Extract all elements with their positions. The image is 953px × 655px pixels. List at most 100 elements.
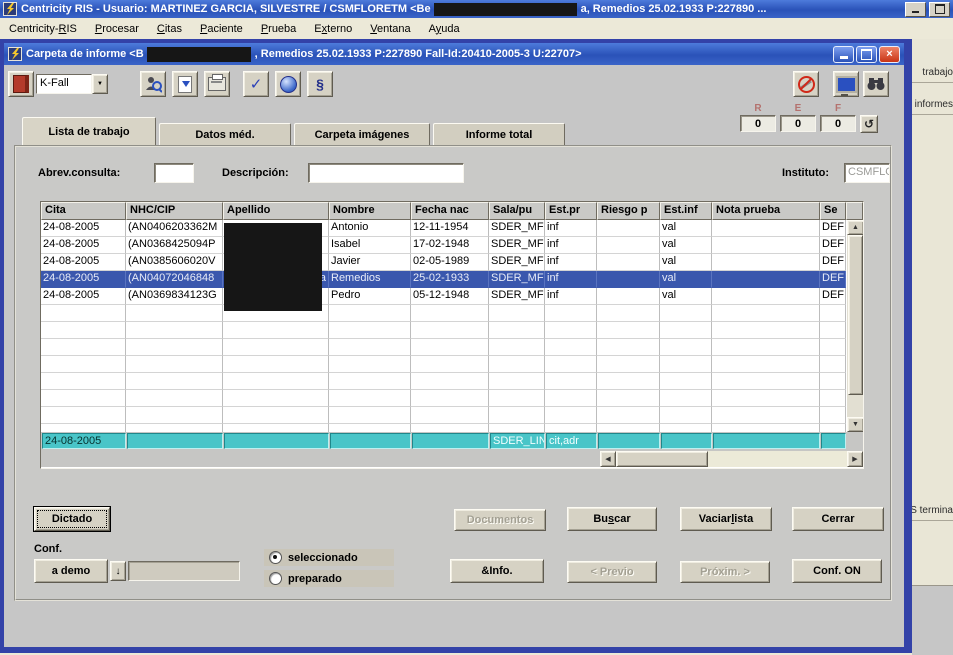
refresh-counters-button[interactable]: ↺ (860, 115, 878, 133)
filter-cell[interactable]: cit,adr (546, 433, 597, 449)
main-minimize-button[interactable] (905, 2, 926, 17)
column-header-se[interactable]: Se (820, 202, 846, 220)
report-minimize-button[interactable] (833, 46, 854, 63)
validate-button[interactable]: ✓ (243, 71, 269, 97)
radio-seleccionado[interactable]: seleccionado (264, 549, 394, 566)
filter-cell[interactable] (127, 433, 223, 449)
horizontal-scroll-thumb[interactable] (616, 451, 708, 467)
menu-item-paciente[interactable]: Paciente (191, 21, 252, 37)
table-row-empty[interactable] (41, 305, 846, 322)
cerrar-button[interactable]: Cerrar (792, 507, 884, 531)
scroll-up-icon[interactable]: ▲ (847, 220, 864, 235)
column-header-fecha-nac[interactable]: Fecha nac (411, 202, 489, 220)
menu-item-citas[interactable]: Citas (148, 21, 191, 37)
workstation-button[interactable] (833, 71, 859, 97)
table-cell (545, 407, 597, 424)
table-row-empty[interactable] (41, 356, 846, 373)
search-binoculars-button[interactable] (863, 71, 889, 97)
info-button[interactable]: &Info. (450, 559, 544, 583)
filter-cell[interactable]: 24-08-2005 (42, 433, 126, 449)
tab-informe-total[interactable]: Informe total (433, 123, 565, 145)
tab-lista-de-trabajo[interactable]: Lista de trabajo (22, 117, 156, 145)
filter-cell[interactable] (224, 433, 329, 449)
column-header-nota-prueba[interactable]: Nota prueba (712, 202, 820, 220)
table-row-empty[interactable] (41, 424, 846, 432)
counter-labels: REF (738, 103, 858, 114)
table-row-empty[interactable] (41, 407, 846, 424)
filter-cell[interactable] (330, 433, 411, 449)
filter-cell[interactable]: SDER_LIN (490, 433, 545, 449)
column-header-cita[interactable]: Cita (41, 202, 126, 220)
buscar-button[interactable]: Buscar (567, 507, 657, 531)
report-window: Carpeta de informe <B , Remedios 25.02.1… (0, 39, 912, 653)
table-row[interactable]: 24-08-2005(AN04072046848lbaRemedios25-02… (41, 271, 846, 288)
menu-item-centricity-ris[interactable]: Centricity-RIS (0, 21, 86, 37)
main-restore-button[interactable] (929, 2, 950, 17)
document-import-button[interactable] (172, 71, 198, 97)
table-row-empty[interactable] (41, 339, 846, 356)
proximo-button[interactable]: Próxim. > (680, 561, 770, 583)
descripcion-input[interactable] (308, 163, 464, 183)
table-cell (597, 339, 660, 356)
table-row-empty[interactable] (41, 390, 846, 407)
table-cell (712, 305, 820, 322)
column-header-nhc-cip[interactable]: NHC/CIP (126, 202, 223, 220)
column-header-est-inf[interactable]: Est.inf (660, 202, 712, 220)
table-cell (223, 373, 329, 390)
filter-cell[interactable] (598, 433, 660, 449)
horizontal-scrollbar[interactable]: ◀ ▶ (600, 451, 863, 467)
menu-item-ayuda[interactable]: Ayuda (420, 21, 469, 37)
filter-cell[interactable] (713, 433, 820, 449)
column-header-nombre[interactable]: Nombre (329, 202, 411, 220)
conf-dropdown-button[interactable]: ↓ (110, 561, 126, 581)
a-demo-button[interactable]: a demo (34, 559, 108, 583)
documentos-button[interactable]: Documentos (454, 509, 546, 531)
menu-item-externo[interactable]: Externo (305, 21, 361, 37)
table-row[interactable]: 24-08-2005(AN0368425094PIsabel17-02-1948… (41, 237, 846, 254)
exit-button[interactable] (8, 71, 34, 97)
column-header-est-pr[interactable]: Est.pr (545, 202, 597, 220)
column-header-apellido[interactable]: Apellido (223, 202, 329, 220)
menu-item-procesar[interactable]: Procesar (86, 21, 148, 37)
no-edit-button[interactable] (793, 71, 819, 97)
menu-item-prueba[interactable]: Prueba (252, 21, 305, 37)
dictado-button[interactable]: Dictado (34, 507, 110, 531)
table-cell (712, 271, 820, 288)
menu-item-ventana[interactable]: Ventana (361, 21, 419, 37)
horizontal-scroll-track[interactable] (708, 451, 847, 467)
table-row[interactable]: 24-08-2005(AN0385606020VJavier02-05-1989… (41, 254, 846, 271)
patient-search-button[interactable] (140, 71, 166, 97)
table-cell: 02-05-1989 (411, 254, 489, 271)
previo-button[interactable]: < Previo (567, 561, 657, 583)
radio-preparado[interactable]: preparado (264, 570, 394, 587)
conf-on-button[interactable]: Conf. ON (792, 559, 882, 583)
table-row[interactable]: 24-08-2005(AN0406203362MAntonio12-11-195… (41, 220, 846, 237)
vertical-scrollbar[interactable]: ▲ ▼ (847, 220, 864, 432)
paragraph-button[interactable]: § (307, 71, 333, 97)
tab-carpeta-im-genes[interactable]: Carpeta imágenes (294, 123, 430, 145)
table-row[interactable]: 24-08-2005(AN0369834123GPedro05-12-1948S… (41, 288, 846, 305)
vertical-scroll-thumb[interactable] (848, 235, 863, 395)
vaciar-lista-button[interactable]: Vaciar lista (680, 507, 772, 531)
chevron-down-icon[interactable]: ▼ (92, 74, 108, 94)
report-maximize-button[interactable] (856, 46, 877, 63)
tab-datos-m-d[interactable]: Datos méd. (159, 123, 291, 145)
print-button[interactable] (204, 71, 230, 97)
k-fall-combobox[interactable]: K-Fall ▼ (36, 74, 108, 94)
scroll-down-icon[interactable]: ▼ (847, 417, 864, 432)
conf-value-field[interactable] (128, 561, 240, 581)
table-cell: SDER_MF (489, 254, 545, 271)
filter-cell[interactable] (661, 433, 712, 449)
abrev-consulta-input[interactable] (154, 163, 194, 183)
table-cell (223, 407, 329, 424)
report-close-button[interactable]: × (879, 46, 900, 63)
column-header-riesgo-p[interactable]: Riesgo p (597, 202, 660, 220)
table-row-empty[interactable] (41, 322, 846, 339)
table-row-empty[interactable] (41, 373, 846, 390)
scroll-right-icon[interactable]: ▶ (847, 451, 863, 467)
web-button[interactable] (275, 71, 301, 97)
filter-cell[interactable] (821, 433, 846, 449)
filter-cell[interactable] (412, 433, 489, 449)
scroll-left-icon[interactable]: ◀ (600, 451, 616, 467)
column-header-sala-pu[interactable]: Sala/pu (489, 202, 545, 220)
